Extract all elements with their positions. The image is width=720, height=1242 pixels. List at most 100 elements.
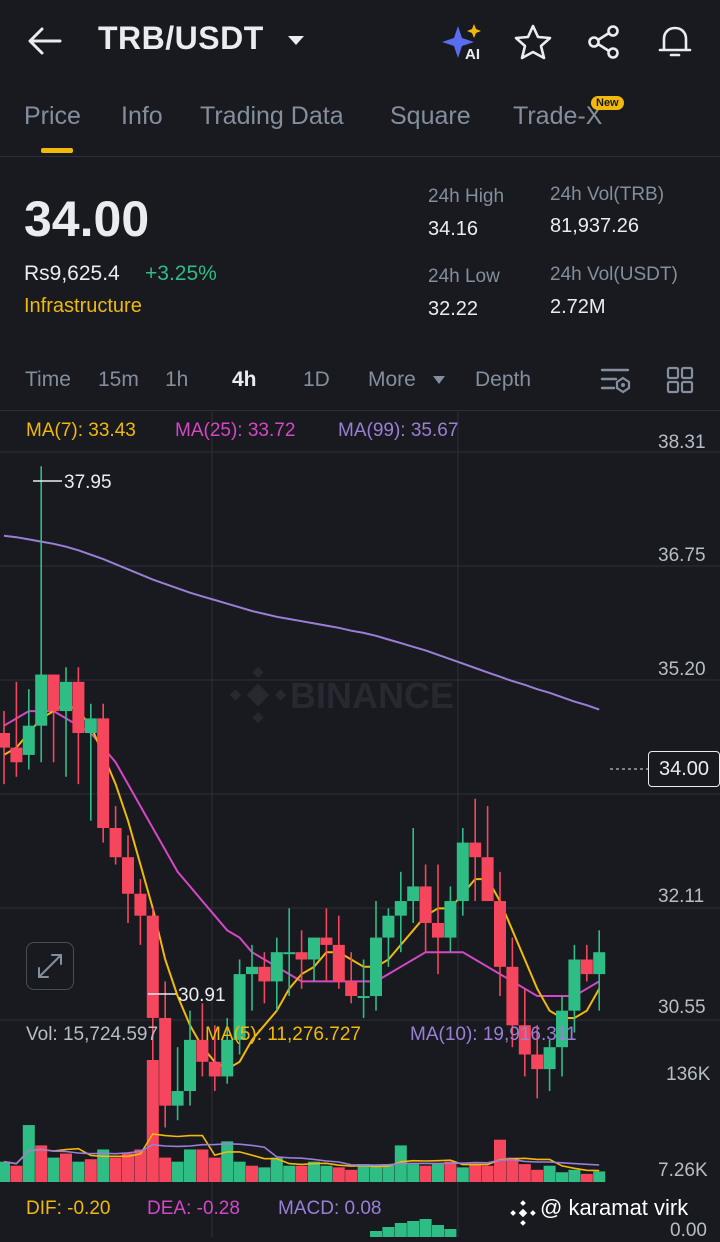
axis-price-label: 32.11 <box>658 886 705 907</box>
candle-body <box>394 901 407 916</box>
candle-body <box>146 915 159 1018</box>
share-icon[interactable] <box>586 24 622 60</box>
candle-body <box>308 937 320 960</box>
top-bar: TRB/USDT AI <box>0 0 720 84</box>
volume-bar <box>109 1157 122 1182</box>
watermark-text: BINANCE <box>290 675 454 716</box>
candlestick-chart[interactable]: BINANCE 37.95 30.91 <box>0 410 720 1237</box>
vol-base-value: 81,937.26 <box>550 215 639 237</box>
high-label: 24h High <box>428 186 505 207</box>
candle-body <box>469 842 482 858</box>
star-icon[interactable] <box>514 24 552 60</box>
indicator-settings-icon[interactable] <box>600 366 632 394</box>
axis-price-label: 35.20 <box>658 659 706 680</box>
candle-body <box>531 1054 544 1070</box>
volume-bar <box>47 1157 60 1182</box>
candle-body <box>22 725 35 755</box>
axis-macd-label: 0.00 <box>670 1220 707 1241</box>
candle-body <box>171 1091 184 1106</box>
tf-1h[interactable]: 1h <box>165 368 188 392</box>
volume-bar <box>196 1149 209 1182</box>
vol-quote-value: 2.72M <box>550 296 606 318</box>
tab-info[interactable]: Info <box>121 102 163 131</box>
candle-body <box>10 747 23 763</box>
chevron-down-icon[interactable] <box>286 34 306 48</box>
volume-legend: Vol: 15,724.597 <box>26 1024 159 1045</box>
volume-bar <box>320 1165 333 1182</box>
expand-button[interactable] <box>26 942 74 990</box>
candle-body <box>382 915 395 938</box>
candle-body <box>208 1061 221 1077</box>
tab-square[interactable]: Square <box>390 102 471 131</box>
tab-price[interactable]: Price <box>24 102 81 131</box>
low-label: 24h Low <box>428 266 500 287</box>
volume-bar <box>357 1164 370 1182</box>
category-tag[interactable]: Infrastructure <box>24 295 142 318</box>
volume-bar <box>332 1167 345 1182</box>
candle-body <box>543 1047 556 1070</box>
tf-1d[interactable]: 1D <box>303 368 330 392</box>
volume-bar <box>593 1171 606 1182</box>
svg-text:AI: AI <box>465 46 480 62</box>
tab-trading-data[interactable]: Trading Data <box>200 102 344 131</box>
back-arrow-icon[interactable] <box>26 25 62 57</box>
tab-trade-x[interactable]: Trade-X <box>513 102 602 131</box>
volume-bar <box>543 1165 556 1182</box>
tf-time[interactable]: Time <box>25 368 71 392</box>
fiat-price: Rs9,625.4 <box>24 262 120 285</box>
volume-bar <box>60 1153 72 1182</box>
volume-bar <box>469 1164 482 1182</box>
binance-watermark: BINANCE <box>229 666 454 724</box>
high-marker-label: 37.95 <box>64 472 112 493</box>
ai-sparkle-icon[interactable]: AI <box>442 22 486 62</box>
dea-legend: DEA: -0.28 <box>147 1198 240 1219</box>
volume-bar <box>456 1167 469 1182</box>
volume-bar <box>246 1165 258 1182</box>
bell-icon[interactable] <box>656 22 694 60</box>
dif-legend: DIF: -0.20 <box>26 1198 111 1219</box>
volume-ma5-legend: MA(5): 11,276.727 <box>205 1024 361 1045</box>
volume-bar <box>270 1157 283 1182</box>
candle-body <box>332 944 345 982</box>
macd-legend: MACD: 0.08 <box>278 1198 382 1219</box>
candle-body <box>593 952 606 975</box>
candle-body <box>109 827 122 858</box>
candle-body <box>84 718 97 733</box>
volume-bar <box>22 1125 35 1182</box>
candle-body <box>370 937 382 997</box>
new-badge: New <box>591 96 624 110</box>
tf-more[interactable]: More <box>368 368 416 392</box>
volume-bar <box>184 1149 196 1182</box>
volume-bar <box>444 1161 457 1182</box>
candle-body <box>97 718 110 828</box>
candle-body <box>481 857 494 902</box>
ma7-legend: MA(7): 33.43 <box>26 420 136 441</box>
candle-body <box>159 1017 172 1106</box>
ma25-legend: MA(25): 33.72 <box>175 420 296 441</box>
volume-bar <box>308 1161 320 1182</box>
volume-bar <box>370 1165 382 1182</box>
volume-bar <box>35 1145 48 1182</box>
volume-bar <box>258 1167 271 1182</box>
tf-15m[interactable]: 15m <box>98 368 139 392</box>
vol-quote-label: 24h Vol(USDT) <box>550 264 678 285</box>
tf-4h[interactable]: 4h <box>232 368 257 392</box>
macd-bar <box>419 1219 432 1237</box>
volume-bar <box>556 1172 568 1182</box>
expand-icon <box>38 954 62 978</box>
candle-body <box>494 901 506 967</box>
layout-grid-icon[interactable] <box>666 366 694 394</box>
volume-bar <box>419 1165 432 1182</box>
candle-body <box>568 959 581 1011</box>
candle-body <box>258 966 271 982</box>
candle-body <box>246 966 258 975</box>
volume-bar <box>580 1173 593 1182</box>
candle-body <box>270 952 283 982</box>
candle-body <box>295 952 308 960</box>
volume-bar <box>295 1165 308 1182</box>
pair-title[interactable]: TRB/USDT <box>98 20 264 57</box>
volume-bar <box>481 1165 494 1182</box>
tf-depth[interactable]: Depth <box>475 368 531 392</box>
candle-body <box>444 901 457 938</box>
candle-body <box>419 886 432 923</box>
